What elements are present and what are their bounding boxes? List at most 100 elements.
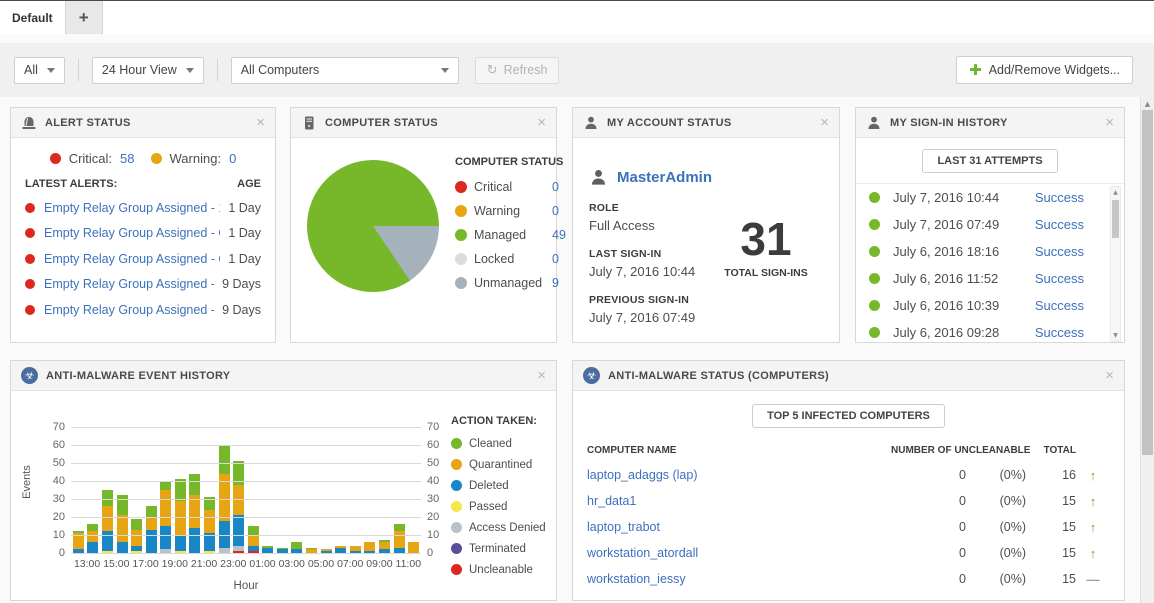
x-tick-slot: 05:00 [308, 558, 334, 570]
legend-item: Critical0 [455, 175, 566, 199]
close-icon[interactable]: × [537, 115, 546, 130]
legend-label: Passed [469, 501, 507, 513]
time-view-dropdown[interactable]: 24 Hour View [92, 57, 204, 84]
legend-value-link[interactable]: 9 [552, 276, 559, 290]
legend-value-link[interactable]: 0 [552, 204, 559, 218]
quarantined-segment [131, 530, 142, 546]
warning-dot [151, 153, 162, 164]
scrollbar-thumb[interactable] [1112, 200, 1119, 238]
widget-title: COMPUTER STATUS [325, 117, 438, 129]
x-tick-slot: 07:00 [337, 558, 363, 570]
legend-item: Cleaned [451, 433, 546, 454]
age-column-label: AGE [237, 178, 261, 190]
critical-dot [25, 203, 35, 213]
cleaned-segment [175, 479, 186, 501]
success-dot [869, 327, 880, 338]
last-attempts-button[interactable]: LAST 31 ATTEMPTS [922, 149, 1057, 173]
x-tick-label: 15:00 [103, 558, 129, 570]
quarantined-segment [408, 542, 419, 553]
legend-value-link[interactable]: 0 [552, 252, 559, 266]
table-row: hr_data10(0%)15↑ [587, 488, 1110, 514]
legend-value-link[interactable]: 49 [552, 228, 566, 242]
legend-dot [451, 564, 462, 575]
scroll-up-icon[interactable]: ▲ [1141, 97, 1154, 110]
tab-default[interactable]: Default [0, 1, 65, 34]
refresh-button[interactable]: ↻ Refresh [475, 57, 560, 84]
quarantined-segment [394, 531, 405, 547]
close-icon[interactable]: × [1105, 115, 1114, 130]
gridline [71, 481, 421, 482]
top5-infected-button[interactable]: TOP 5 INFECTED COMPUTERS [752, 404, 945, 428]
page-scrollbar[interactable]: ▲ [1140, 97, 1154, 603]
signin-result-link[interactable]: Success [1035, 298, 1084, 313]
add-remove-widgets-button[interactable]: ✚ Add/Remove Widgets... [956, 56, 1133, 84]
table-row: workstation_iessy0(0%)15— [587, 566, 1110, 592]
computer-name-link[interactable]: laptop_adaggs (lap) [587, 468, 891, 482]
close-icon[interactable]: × [537, 368, 546, 383]
computer-name-link[interactable]: laptop_trabot [587, 520, 891, 534]
previous-signin-value: July 7, 2016 07:49 [589, 310, 823, 325]
cleaned-segment [87, 524, 98, 531]
legend-title: COMPUTER STATUS [455, 156, 566, 168]
computer-status-pie-chart [307, 160, 439, 292]
alert-row: Empty Relay Group Assigned - CA...1 Day [11, 221, 275, 247]
gridline [71, 463, 421, 464]
uncleanable-percent: (0%) [966, 546, 1026, 560]
alert-link[interactable]: Empty Relay Group Assigned - dir... [44, 277, 214, 291]
stacked-bar-23:00 [233, 461, 244, 553]
total-signins-block: 31 TOTAL SIGN-INS [707, 216, 825, 279]
add-tab-button[interactable]: + [65, 1, 103, 34]
y-tick-label: 20 [427, 511, 439, 523]
computer-name-link[interactable]: workstation_iessy [587, 572, 891, 586]
scroll-down-icon[interactable]: ▼ [1111, 330, 1120, 341]
username-link[interactable]: MasterAdmin [617, 169, 712, 186]
signin-date: July 7, 2016 07:49 [893, 217, 999, 232]
uncleanable-percent: (0%) [966, 494, 1026, 508]
total-column-header: TOTAL [1026, 445, 1076, 456]
legend-dot [455, 253, 467, 265]
scrollbar-thumb[interactable] [1142, 110, 1153, 455]
critical-count-link[interactable]: 58 [120, 151, 134, 166]
gridline [71, 517, 421, 518]
widget-my-account-status: MY ACCOUNT STATUS × MasterAdmin ROLE Ful… [572, 107, 840, 343]
close-icon[interactable]: × [256, 115, 265, 130]
scroll-up-icon[interactable]: ▲ [1111, 187, 1120, 198]
account-status-body: MasterAdmin ROLE Full Access LAST SIGN-I… [573, 138, 839, 342]
signin-row: July 7, 2016 10:44Success [856, 184, 1124, 211]
close-icon[interactable]: × [820, 115, 829, 130]
close-icon[interactable]: × [1105, 368, 1114, 383]
signin-result-link[interactable]: Success [1035, 217, 1084, 232]
computers-scope-dropdown[interactable]: All Computers [231, 57, 459, 84]
alert-link[interactable]: Empty Relay Group Assigned - CA... [44, 252, 220, 266]
warning-count-link[interactable]: 0 [229, 151, 236, 166]
legend-dot [451, 543, 462, 554]
account-user-row: MasterAdmin [589, 168, 823, 187]
antimalware-icon: ☣ [21, 367, 38, 384]
signin-result-link[interactable]: Success [1035, 190, 1084, 205]
computer-status-legend: COMPUTER STATUS Critical0Warning0Managed… [455, 156, 566, 295]
gridline [71, 445, 421, 446]
signin-result-link[interactable]: Success [1035, 325, 1084, 340]
x-tick-label: 05:00 [308, 558, 334, 570]
computer-name-link[interactable]: workstation_atordall [587, 546, 891, 560]
alert-link[interactable]: Empty Relay Group Assigned - CA... [44, 226, 220, 240]
latest-alerts-label: LATEST ALERTS: [25, 178, 117, 190]
alert-list: Empty Relay Group Assigned - 19...1 DayE… [11, 195, 275, 323]
legend-value-link[interactable]: 0 [552, 180, 559, 194]
alert-link[interactable]: Empty Relay Group Assigned - dir... [44, 303, 214, 317]
y-tick-label: 20 [53, 511, 65, 523]
computer-name-link[interactable]: hr_data1 [587, 494, 891, 508]
plus-icon: ✚ [969, 61, 982, 79]
legend-item: Locked0 [455, 247, 566, 271]
signin-result-link[interactable]: Success [1035, 244, 1084, 259]
signin-result-link[interactable]: Success [1035, 271, 1084, 286]
signin-list-scrollbar[interactable]: ▲ ▼ [1110, 186, 1121, 342]
critical-dot [25, 254, 35, 264]
am-status-button-row: TOP 5 INFECTED COMPUTERS [587, 391, 1110, 438]
alert-link[interactable]: Empty Relay Group Assigned - 19... [44, 201, 220, 215]
severity-filter-dropdown[interactable]: All [14, 57, 65, 84]
legend-label: Deleted [469, 480, 509, 492]
widget-header: ALERT STATUS × [11, 108, 275, 138]
y-tick-label: 70 [427, 421, 439, 433]
x-tick-slot: 03:00 [279, 558, 305, 570]
